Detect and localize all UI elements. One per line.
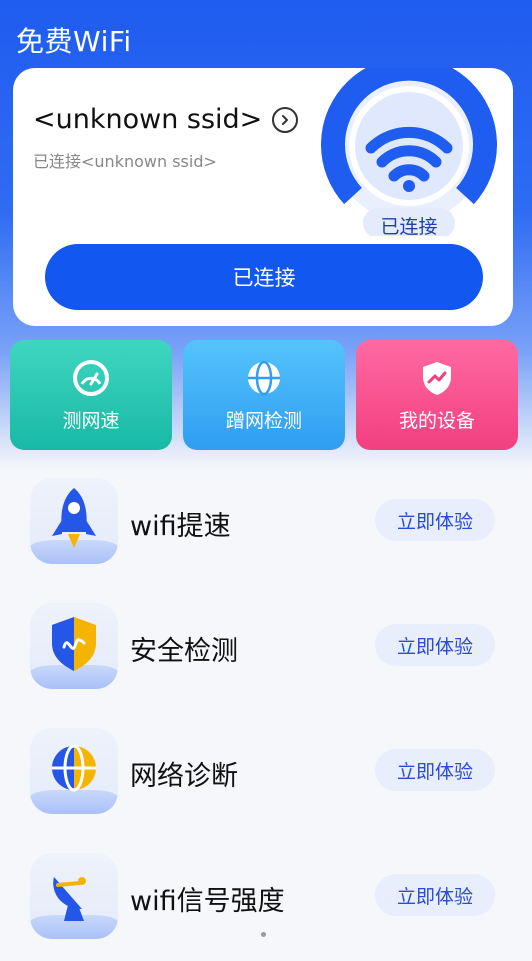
satellite-dish-icon <box>53 877 86 921</box>
try-now-button[interactable]: 立即体验 <box>375 624 495 666</box>
speedometer-icon <box>73 359 109 396</box>
tile-freeloader-check[interactable]: 蹭网检测 <box>183 340 345 450</box>
try-now-button[interactable]: 立即体验 <box>375 499 495 541</box>
feature-title: wifi提速 <box>130 511 231 542</box>
app-title: 免费WiFi <box>16 25 132 58</box>
try-now-button[interactable]: 立即体验 <box>375 874 495 916</box>
wifi-gauge: 已连接 <box>319 68 499 238</box>
rocket-icon <box>52 488 96 548</box>
feature-item-signal-strength[interactable]: wifi信号强度 立即体验 <box>0 843 532 961</box>
connection-status-text: 已连接<unknown ssid> <box>33 152 217 171</box>
feature-title: wifi信号强度 <box>130 886 285 917</box>
ssid-row[interactable]: <unknown ssid> <box>33 104 299 135</box>
feature-icon-box <box>30 478 118 564</box>
tile-label: 我的设备 <box>398 409 475 432</box>
quick-tools: 测网速 蹭网检测 我的设备 <box>10 340 522 450</box>
page-indicator-dot <box>261 932 266 937</box>
chevron-right-icon[interactable] <box>272 106 299 133</box>
try-now-button[interactable]: 立即体验 <box>375 749 495 791</box>
feature-icon-box <box>30 728 118 814</box>
tile-label: 蹭网检测 <box>225 409 302 432</box>
shield-icon <box>423 361 451 395</box>
feature-item-security-check[interactable]: 安全检测 立即体验 <box>0 593 532 713</box>
feature-icon-box <box>30 603 118 689</box>
globe-icon <box>52 744 96 792</box>
tile-label: 测网速 <box>62 409 120 432</box>
tile-my-devices[interactable]: 我的设备 <box>356 340 518 450</box>
feature-title: 网络诊断 <box>130 761 238 792</box>
shield-icon <box>52 617 96 671</box>
feature-icon-box <box>30 853 118 939</box>
globe-icon <box>248 360 280 395</box>
wifi-gauge-graphic <box>321 68 497 238</box>
ssid-name: <unknown ssid> <box>33 104 263 135</box>
feature-item-wifi-boost[interactable]: wifi提速 立即体验 <box>0 468 532 588</box>
tile-speed-test[interactable]: 测网速 <box>10 340 172 450</box>
connection-card: <unknown ssid> 已连接<unknown ssid> 已连接 已连接 <box>13 68 513 326</box>
connect-button[interactable]: 已连接 <box>45 244 483 310</box>
feature-item-network-diagnosis[interactable]: 网络诊断 立即体验 <box>0 718 532 838</box>
feature-title: 安全检测 <box>130 636 238 667</box>
gauge-status-label: 已连接 <box>380 216 438 238</box>
